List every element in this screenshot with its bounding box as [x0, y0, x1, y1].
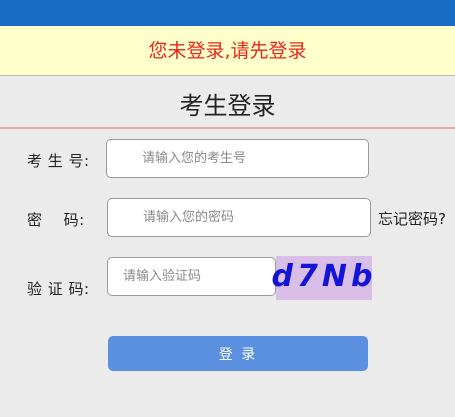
- password-input[interactable]: [107, 198, 371, 237]
- forgot-password-link[interactable]: 忘记密码?: [378, 208, 446, 229]
- captcha-text: d7Nb: [271, 258, 377, 294]
- top-header-bar: [0, 0, 455, 26]
- candidate-id-label: 考 生 号:: [27, 152, 90, 170]
- login-button[interactable]: 登 录: [108, 336, 368, 371]
- captcha-input[interactable]: [107, 257, 276, 296]
- login-notice-text: 您未登录,请先登录: [148, 40, 307, 62]
- page-title: 考生登录: [179, 92, 276, 120]
- candidate-id-input[interactable]: [106, 139, 369, 178]
- captcha-image[interactable]: d7Nb: [272, 256, 372, 300]
- password-label: 密 码:: [27, 211, 85, 229]
- captcha-label: 验 证 码:: [27, 280, 90, 298]
- login-notice-banner: 您未登录,请先登录: [0, 26, 455, 76]
- page-title-bar: 考生登录: [0, 76, 455, 129]
